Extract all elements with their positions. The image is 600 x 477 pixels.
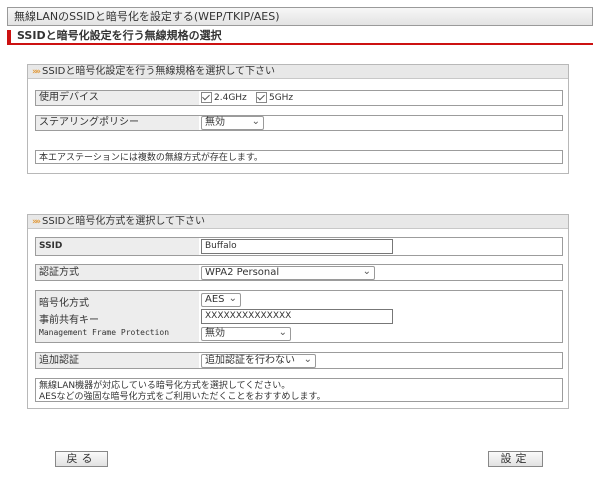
mfp-selected: 無効 [205,328,225,339]
device-value: 2.4GHz 5GHz [201,91,562,105]
wireless-standard-panel: »» SSIDと暗号化設定を行う無線規格を選択して下さい 使用デバイス 2.4GH… [27,64,569,174]
double-chevron-icon: »» [32,67,41,77]
chevron-down-icon: ⌄ [303,354,312,365]
crypto-note: 無線LAN機器が対応している暗号化方式を選択してください。 AESなどの強固な暗… [35,378,563,402]
ssid-input[interactable]: Buffalo [201,239,393,254]
enc-selected: AES [205,294,225,305]
crypto-panel-header-text: SSIDと暗号化方式を選択して下さい [42,216,206,227]
band-24-label: 2.4GHz [214,93,247,103]
mfp-label: Management Frame Protection [39,328,170,337]
extra-auth-select[interactable]: 追加認証を行わない ⌄ [201,354,316,368]
mfp-select[interactable]: 無効 ⌄ [201,327,291,341]
steering-selected: 無効 [205,117,225,128]
encryption-labels: 暗号化方式 事前共有キー Management Frame Protection [36,291,199,342]
auth-value: WPA2 Personal ⌄ [201,265,562,280]
device-label: 使用デバイス [36,91,199,105]
chevron-down-icon: ⌄ [362,266,371,277]
extra-auth-selected: 追加認証を行わない [205,355,295,366]
apply-button[interactable]: 設定 [488,451,543,467]
chevron-down-icon: ⌄ [251,116,260,127]
device-row: 使用デバイス 2.4GHz 5GHz [35,90,563,106]
extra-auth-row: 追加認証 追加認証を行わない ⌄ [35,352,563,369]
steering-row: ステアリングポリシー 無効 ⌄ [35,115,563,131]
back-button[interactable]: 戻る [55,451,108,467]
psk-input[interactable]: XXXXXXXXXXXXXX [201,309,393,324]
crypto-panel-header: »» SSIDと暗号化方式を選択して下さい [28,215,568,229]
ssid-crypto-panel: »» SSIDと暗号化方式を選択して下さい SSID Buffalo 認証方式 W… [27,214,569,409]
enc-label: 暗号化方式 [39,298,89,309]
chevron-down-icon: ⌄ [228,293,237,304]
steering-label: ステアリングポリシー [36,116,199,130]
ssid-row: SSID Buffalo [35,237,563,256]
crypto-note-line1: 無線LAN機器が対応している暗号化方式を選択してください。 [39,381,291,391]
encryption-group: 暗号化方式 事前共有キー Management Frame Protection… [35,290,563,343]
psk-label: 事前共有キー [39,315,99,326]
page-title: 無線LANのSSIDと暗号化を設定する(WEP/TKIP/AES) [7,7,593,26]
extra-auth-value: 追加認証を行わない ⌄ [201,353,562,368]
double-chevron-icon: »» [32,217,41,227]
ssid-label: SSID [36,238,199,255]
auth-select[interactable]: WPA2 Personal ⌄ [201,266,375,280]
crypto-note-line2: AESなどの強固な暗号化方式をご利用いただくことをおすすめします。 [39,392,326,402]
steering-select[interactable]: 無効 ⌄ [201,116,264,130]
band-5-checkbox[interactable] [255,91,267,103]
auth-row: 認証方式 WPA2 Personal ⌄ [35,264,563,281]
extra-auth-label: 追加認証 [36,353,199,368]
steering-value: 無効 ⌄ [201,116,562,130]
chevron-down-icon: ⌄ [278,327,287,338]
section-title: SSIDと暗号化設定を行う無線規格の選択 [7,30,593,45]
ssid-value: Buffalo [201,238,562,255]
auth-selected: WPA2 Personal [205,267,280,278]
band-5-label: 5GHz [268,93,294,103]
encryption-values: AES ⌄ XXXXXXXXXXXXXX 無効 ⌄ [201,291,562,342]
standard-note: 本エアステーションには複数の無線方式が存在します。 [35,150,563,164]
enc-select[interactable]: AES ⌄ [201,293,241,307]
auth-label: 認証方式 [36,265,199,280]
standard-panel-header-text: SSIDと暗号化設定を行う無線規格を選択して下さい [42,66,276,77]
band-24-checkbox[interactable] [201,91,212,103]
standard-panel-header: »» SSIDと暗号化設定を行う無線規格を選択して下さい [28,65,568,79]
